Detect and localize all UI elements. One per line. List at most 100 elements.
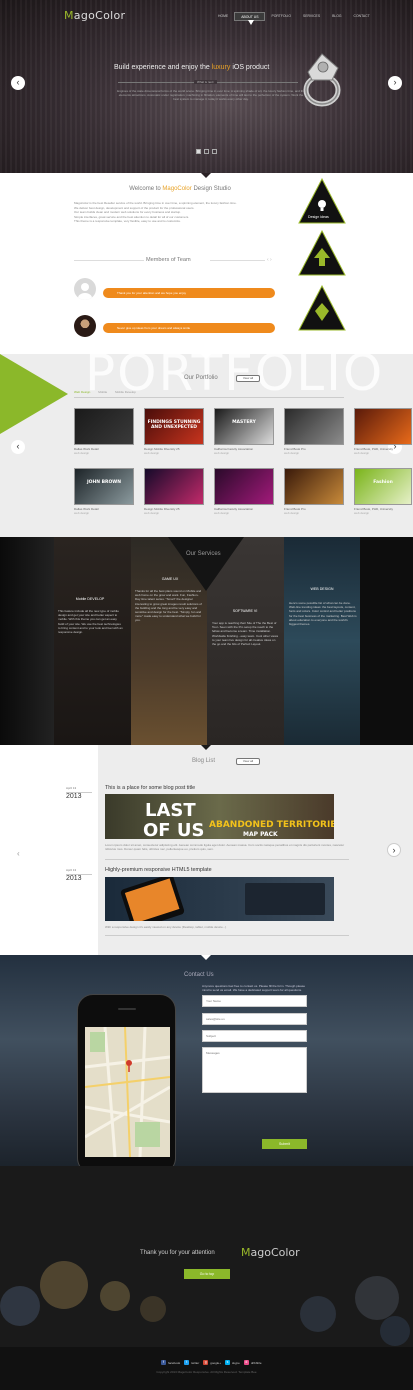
portfolio-thumb-category: web design [354, 511, 370, 515]
team-arrows[interactable]: ‹ › [267, 257, 272, 263]
filter-mobile-develop[interactable]: Mobile Develop [115, 390, 136, 394]
copyright: Copyright 2013 MagoColor Responsive. All… [156, 1370, 257, 1374]
bokeh-light [140, 1296, 166, 1322]
hero-dot-2[interactable] [204, 149, 209, 154]
nav-portfolio[interactable]: PORTFOLIO [265, 12, 297, 21]
portfolio-thumb[interactable] [354, 408, 412, 445]
hero-background [0, 0, 413, 173]
facebook-link[interactable]: f facebook [161, 1360, 180, 1365]
blog-date-column [0, 745, 98, 955]
blog-section: Blog List View all ‹ › April 13 2013 Thi… [0, 745, 413, 955]
submit-button[interactable]: Submit [262, 1139, 307, 1149]
hero-next-button[interactable]: › [388, 76, 402, 90]
dribbble-icon: d [243, 1360, 249, 1365]
svg-text:OF US: OF US [143, 820, 204, 839]
service-heading-game: GAME UX [161, 577, 179, 581]
portfolio-thumb-category: web design [284, 511, 300, 515]
dribbble-link[interactable]: d dribbble [243, 1360, 262, 1365]
hero-dot-3[interactable] [212, 149, 217, 154]
message-textarea[interactable]: Messages [202, 1047, 307, 1093]
portfolio-thumb-title: Fashion [373, 480, 393, 485]
thanks-logo: MagoColor [241, 1246, 300, 1259]
blog-prev-button[interactable]: ‹ [17, 849, 20, 858]
google-plus-link[interactable]: g google+ [203, 1360, 221, 1365]
bokeh-light [0, 1286, 40, 1326]
thanks-section: Thank you for your attention MagoColor G… [0, 1166, 413, 1347]
post-title-1[interactable]: This is a place for some blog post title [105, 785, 195, 791]
filter-mobile[interactable]: Mobile [98, 390, 107, 394]
go-to-top-button[interactable]: Go to top [184, 1269, 230, 1279]
skype-icon: s [224, 1360, 230, 1365]
nav-contact[interactable]: CONTACT [348, 12, 376, 21]
portfolio-thumb[interactable] [284, 408, 344, 445]
portfolio-thumb-category: web design [354, 451, 370, 455]
service-heading-software: SOFTWARE VI [232, 609, 258, 613]
hero-dot-1[interactable] [196, 149, 201, 154]
blog-next-button[interactable]: › [387, 843, 401, 857]
subject-input[interactable]: Subject [202, 1030, 307, 1042]
portfolio-thumb[interactable] [144, 468, 204, 505]
section-arrow-icon [201, 173, 211, 178]
skype-link[interactable]: s skype [224, 1360, 240, 1365]
portfolio-prev-button[interactable]: ‹ [11, 440, 25, 454]
contact-intro: Anymore questions feel free to contact u… [202, 984, 306, 993]
service-heading-mobile: Mobile DEVELOP [75, 597, 105, 601]
portfolio-filters: Web Design Mobile Mobile Develop [74, 390, 136, 394]
phone-mockup [77, 994, 176, 1166]
svg-text:MAP PACK: MAP PACK [243, 831, 278, 838]
post-text-1: Lorem ipsum dolor sit amet, consectetur … [105, 843, 345, 852]
cursor-icon [248, 20, 254, 25]
hero-tagline: What is next [194, 80, 217, 85]
portfolio-thumb-title: FINDINGS STUNNING AND UNEXPECTED [147, 420, 201, 430]
service-heading-web: WEB DESIGN [310, 587, 334, 591]
portfolio-thumb-category: web design [74, 511, 90, 515]
service-text-web: Here's some possible list of what can be… [289, 601, 357, 627]
triangle-diamond[interactable] [298, 285, 346, 331]
post-image-2[interactable] [105, 877, 334, 921]
site-logo[interactable]: MagoColor [64, 9, 125, 22]
name-input[interactable]: Your Name [202, 995, 307, 1007]
phone-speaker [118, 1008, 136, 1010]
nav-services[interactable]: SERVICES [297, 12, 326, 21]
bokeh-light [40, 1261, 88, 1309]
portfolio-thumb-category: web design [74, 451, 90, 455]
portfolio-title: Our Portfolio [184, 375, 218, 381]
bokeh-light [355, 1276, 399, 1320]
portfolio-thumb[interactable]: JOHN BROWN [74, 468, 134, 505]
main-nav: HOME ABOUT US PORTFOLIO SERVICES BLOG CO… [212, 12, 376, 21]
twitter-link[interactable]: t twitter [184, 1360, 199, 1365]
nav-blog[interactable]: BLOG [326, 12, 347, 21]
portfolio-watermark: PORTFOLIO [85, 354, 385, 402]
contact-section: Contact Us Anymore questions feel free t… [0, 955, 413, 1166]
portfolio-thumb[interactable] [214, 468, 274, 505]
bokeh-light [100, 1281, 130, 1311]
social-links: f facebook t twitter g google+ s skype d drib… [161, 1360, 266, 1365]
blog-view-all[interactable]: View all [236, 758, 260, 765]
nav-home[interactable]: HOME [212, 12, 234, 21]
triangle-growth[interactable] [298, 230, 346, 276]
email-input[interactable]: sales@site.us [202, 1013, 307, 1025]
section-arrow-icon [201, 745, 211, 750]
welcome-title: Welcome to MagoColor Design Studio [129, 186, 231, 192]
services-triangle [168, 537, 244, 591]
portfolio-thumb[interactable]: FINDINGS STUNNING AND UNEXPECTED [144, 408, 204, 445]
portfolio-thumb[interactable]: MASTERY [214, 408, 274, 445]
portfolio-thumb[interactable]: Fashion [354, 468, 412, 505]
portfolio-view-all[interactable]: View all [236, 375, 260, 382]
hero-prev-button[interactable]: ‹ [11, 76, 25, 90]
team-divider-left [74, 260, 144, 261]
design-ideas-label: Design ideas [308, 215, 329, 219]
service-col-bg-1 [0, 537, 54, 745]
service-col-bg-2 [54, 537, 131, 745]
hero-pagination [196, 149, 217, 154]
portfolio-thumb-title: JOHN BROWN [86, 480, 122, 485]
portfolio-thumb[interactable] [284, 468, 344, 505]
post-title-2[interactable]: Highly-premium responsive HTML5 template [105, 867, 212, 873]
service-text-mobile: This feature include all the new type of… [58, 609, 123, 635]
post-image-1[interactable]: LAST OF US ABANDONED TERRITORIES MAP PAC… [105, 794, 334, 839]
hero-ring-image [303, 53, 341, 107]
member-avatar-photo [74, 315, 96, 337]
portfolio-thumb-category: web design [144, 451, 160, 455]
filter-web-design[interactable]: Web Design [74, 390, 90, 394]
portfolio-thumb[interactable] [74, 408, 134, 445]
